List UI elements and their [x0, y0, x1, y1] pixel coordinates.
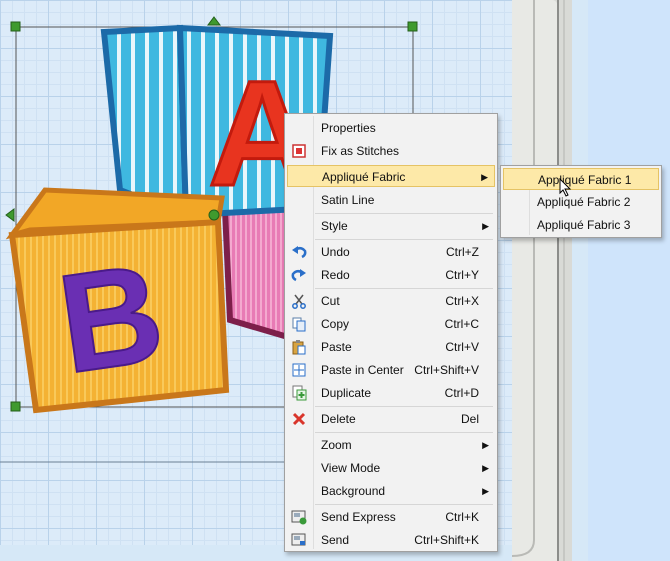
paste-icon: [291, 339, 307, 355]
menu-item-duplicate[interactable]: Duplicate Ctrl+D: [287, 382, 495, 404]
submenu-arrow-icon: ▶: [482, 440, 489, 450]
menu-item-satin-line[interactable]: Satin Line: [287, 189, 495, 211]
design-canvas[interactable]: A B Properties Fix as Stitches Appliqué …: [0, 0, 670, 561]
menu-item-paste-in-center[interactable]: Paste in Center Ctrl+Shift+V: [287, 359, 495, 381]
menu-item-redo[interactable]: Redo Ctrl+Y: [287, 264, 495, 286]
menu-item-copy[interactable]: Copy Ctrl+C: [287, 313, 495, 335]
delete-icon: [291, 411, 307, 427]
fix-stitches-icon: [291, 143, 307, 159]
send-icon: [291, 532, 307, 548]
menu-item-send-express[interactable]: Send Express Ctrl+K: [287, 506, 495, 528]
menu-item-fix-as-stitches[interactable]: Fix as Stitches: [287, 140, 495, 162]
applique-fabric-submenu: Appliqué Fabric 1 Appliqué Fabric 2 Appl…: [500, 165, 662, 238]
hoop-frame: [512, 0, 572, 561]
submenu-item-applique-fabric-3[interactable]: Appliqué Fabric 3: [503, 214, 659, 236]
submenu-item-applique-fabric-1[interactable]: Appliqué Fabric 1: [503, 168, 659, 190]
redo-icon: [291, 267, 307, 283]
menu-item-undo[interactable]: Undo Ctrl+Z: [287, 241, 495, 263]
menu-item-delete[interactable]: Delete Del: [287, 408, 495, 430]
menu-item-properties[interactable]: Properties: [287, 117, 495, 139]
yellow-block-b: B: [5, 187, 230, 414]
menu-item-zoom[interactable]: Zoom ▶: [287, 434, 495, 456]
menu-item-background[interactable]: Background ▶: [287, 480, 495, 502]
submenu-arrow-icon: ▶: [482, 486, 489, 496]
menu-item-applique-fabric[interactable]: Appliqué Fabric ▶: [287, 165, 495, 187]
menu-item-style[interactable]: Style ▶: [287, 215, 495, 237]
menu-item-view-mode[interactable]: View Mode ▶: [287, 457, 495, 479]
scissors-icon: [291, 293, 307, 309]
menu-item-paste[interactable]: Paste Ctrl+V: [287, 336, 495, 358]
mouse-cursor-icon: [559, 178, 572, 197]
context-menu: Properties Fix as Stitches Appliqué Fabr…: [284, 113, 498, 552]
paste-center-icon: [291, 362, 307, 378]
submenu-arrow-icon: ▶: [482, 221, 489, 231]
send-express-icon: [291, 509, 307, 525]
menu-item-send[interactable]: Send Ctrl+Shift+K: [287, 529, 495, 551]
submenu-item-applique-fabric-2[interactable]: Appliqué Fabric 2: [503, 191, 659, 213]
undo-icon: [291, 244, 307, 260]
menu-item-cut[interactable]: Cut Ctrl+X: [287, 290, 495, 312]
letter-b: B: [50, 233, 172, 403]
duplicate-icon: [291, 385, 307, 401]
background-panel: [588, 0, 670, 561]
submenu-arrow-icon: ▶: [481, 172, 488, 182]
submenu-arrow-icon: ▶: [482, 463, 489, 473]
copy-icon: [291, 316, 307, 332]
